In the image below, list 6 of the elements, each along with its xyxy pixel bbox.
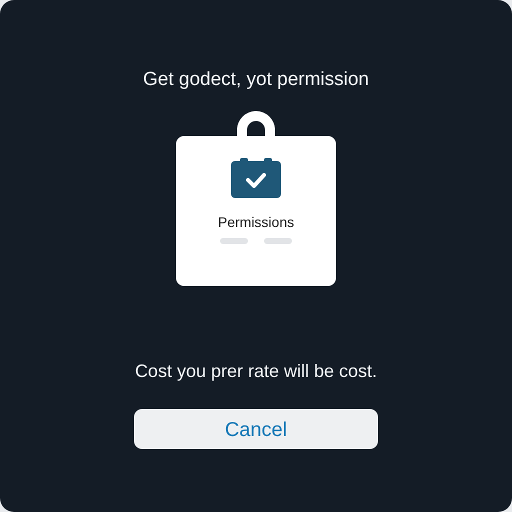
card-label: Permissions xyxy=(218,214,294,230)
dialog-message: Cost you prer rate will be cost. xyxy=(134,360,378,382)
cancel-button[interactable]: Cancel xyxy=(134,409,378,449)
placeholder-line xyxy=(220,238,248,244)
dialog-title: Get godect, yot permission xyxy=(143,68,369,92)
placeholder-line xyxy=(264,238,292,244)
